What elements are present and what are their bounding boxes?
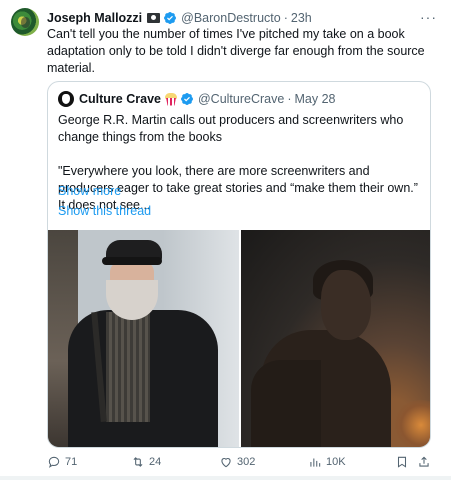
reply-icon <box>48 456 60 468</box>
like-button[interactable]: 302 <box>219 452 255 472</box>
repost-button[interactable]: 24 <box>131 452 161 472</box>
author-name[interactable]: Joseph Mallozzi <box>47 11 142 25</box>
separator-dot: · <box>287 92 292 106</box>
author-handle[interactable]: @BaronDestructo <box>181 11 281 25</box>
reply-button[interactable]: 71 <box>47 452 77 472</box>
quoted-tweet-header: Culture Crave @CultureCrave · May 28 <box>58 91 335 107</box>
repost-icon <box>133 457 143 467</box>
popcorn-icon <box>164 92 177 106</box>
tweet-time[interactable]: 23h <box>291 11 312 25</box>
quoted-author-name[interactable]: Culture Crave <box>79 92 161 106</box>
views-count: 10K <box>326 456 346 468</box>
tweet-text: Can't tell you the number of times I've … <box>47 27 425 75</box>
tweet[interactable]: Joseph Mallozzi @BaronDestructo · 23h ··… <box>0 0 451 480</box>
separator-dot: · <box>283 11 288 25</box>
show-thread-link[interactable]: Show this thread <box>58 204 151 218</box>
quoted-author-handle[interactable]: @CultureCrave <box>198 92 284 106</box>
pirate-flag-icon <box>147 13 161 23</box>
bookmark-button[interactable] <box>395 452 409 472</box>
author-avatar[interactable] <box>11 8 39 36</box>
quoted-tweet[interactable]: Culture Crave @CultureCrave · May 28 Geo… <box>47 81 431 448</box>
quoted-author-avatar[interactable] <box>58 91 74 107</box>
tweet-header: Joseph Mallozzi @BaronDestructo · 23h ··… <box>47 9 437 27</box>
tweet-actions: 71 24 302 10K <box>47 452 437 472</box>
verified-badge-icon <box>180 92 194 106</box>
bottom-divider <box>0 476 451 480</box>
views-icon <box>310 458 321 467</box>
share-button[interactable] <box>417 452 431 472</box>
photo-george-rr-martin[interactable] <box>48 230 239 447</box>
share-icon <box>419 456 429 467</box>
quoted-tweet-text: George R.R. Martin calls out producers a… <box>58 112 420 214</box>
heart-icon <box>221 458 231 468</box>
reply-count: 71 <box>65 456 78 468</box>
bookmark-icon <box>397 456 407 468</box>
verified-badge-icon <box>163 11 177 25</box>
views-button[interactable]: 10K <box>308 452 346 472</box>
like-count: 302 <box>237 456 256 468</box>
quoted-tweet-date[interactable]: May 28 <box>294 92 335 106</box>
photo-tv-scene[interactable] <box>241 230 430 447</box>
quoted-text-line: George R.R. Martin calls out producers a… <box>58 113 404 144</box>
show-more-link[interactable]: Show more <box>58 184 121 198</box>
repost-count: 24 <box>149 456 162 468</box>
more-options-icon[interactable]: ··· <box>420 9 437 25</box>
media-grid <box>48 230 430 447</box>
